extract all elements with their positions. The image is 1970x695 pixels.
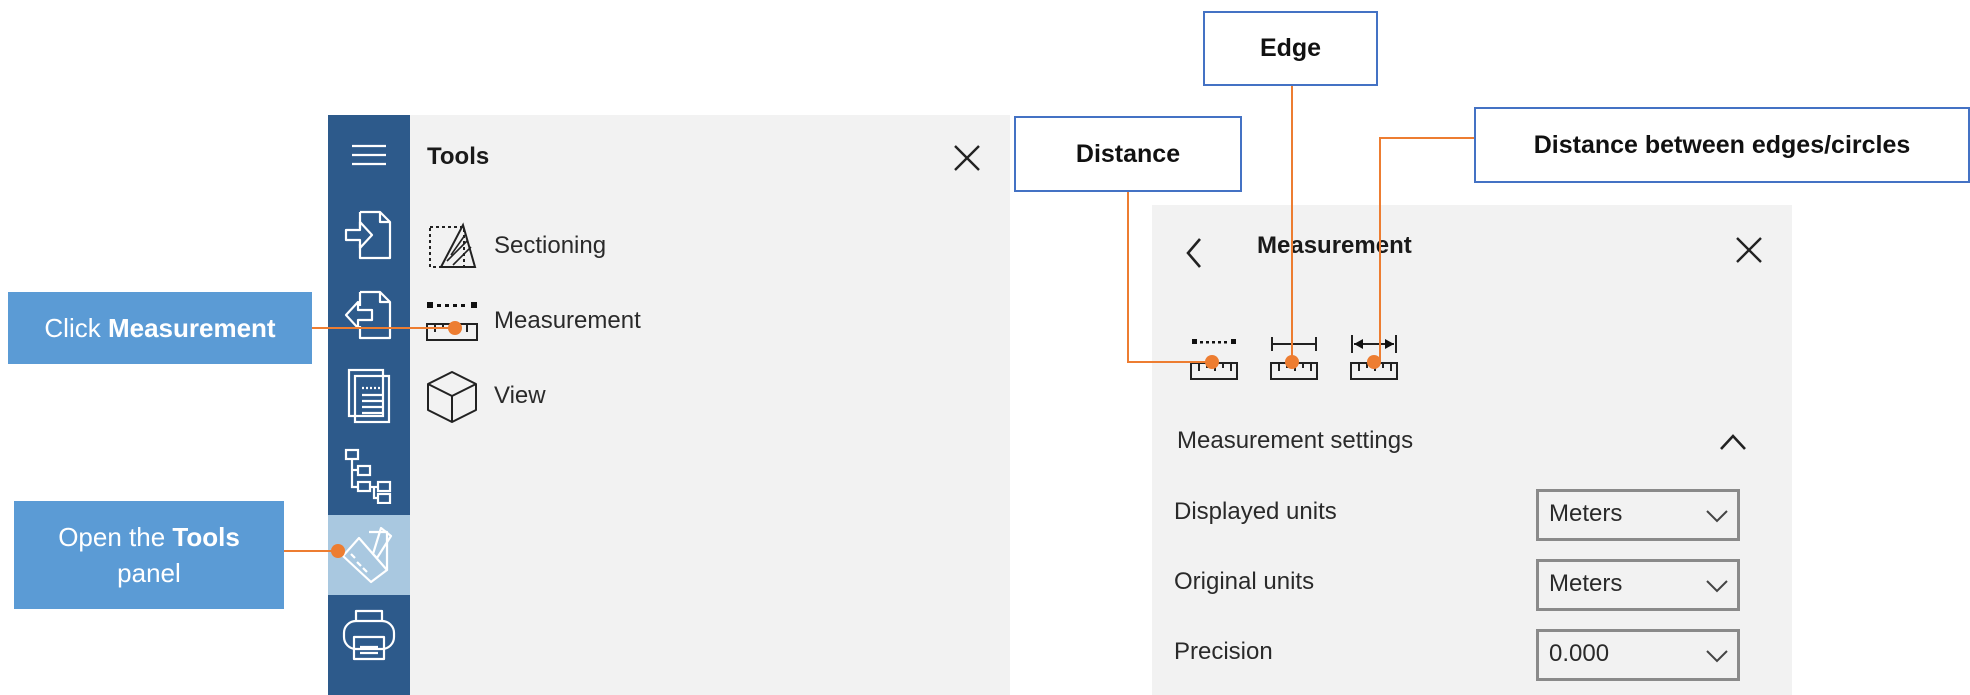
original-units-select[interactable]: Meters [1536,559,1740,611]
tools-icon [341,526,393,584]
callout-distance-between-edges: Distance between edges/circles [1474,107,1970,183]
edge-ruler-icon[interactable] [1268,333,1320,385]
document-pages-button[interactable] [328,355,410,435]
sectioning-icon [424,218,480,274]
printer-icon [342,609,396,661]
callout-open-tools: Open the Tools panel [14,501,284,609]
tools-button[interactable] [328,515,410,595]
displayed-units-label: Displayed units [1174,498,1337,525]
export-file-icon [344,290,392,340]
measurement-ruler-icon [424,293,480,349]
tools-panel-title: Tools [427,143,490,170]
distance-ruler-icon[interactable] [1188,333,1240,385]
close-icon[interactable] [1734,235,1764,265]
document-pages-icon [347,368,391,424]
import-file-button[interactable] [328,195,410,275]
tool-item-label: View [494,382,546,409]
collapse-chevron-icon[interactable] [1718,431,1748,453]
callout-bold-text: Measurement [107,312,276,343]
precision-label: Precision [1174,638,1273,665]
tool-item-label: Measurement [494,307,641,334]
tool-item-sectioning[interactable]: Sectioning [424,218,724,274]
tool-item-view[interactable]: View [424,368,724,424]
export-file-button[interactable] [328,275,410,355]
model-tree-icon [344,448,392,504]
tool-item-measurement[interactable]: Measurement [424,293,724,349]
precision-select[interactable]: 0.000 [1536,629,1740,681]
callout-text: panel [117,558,181,588]
original-units-label: Original units [1174,568,1315,595]
hamburger-menu-button[interactable] [328,115,410,195]
measurement-panel: Measurement Measurement settings Display… [1152,205,1792,695]
close-icon[interactable] [952,143,982,173]
back-chevron-icon[interactable] [1182,235,1208,271]
hamburger-menu-icon [352,144,386,166]
print-button[interactable] [328,595,410,675]
select-value: Meters [1549,570,1623,597]
callout-text: Open the [58,521,173,552]
select-value: Meters [1549,500,1623,527]
callout-click-measurement: Click Measurement [8,292,312,364]
callout-edge: Edge [1203,11,1378,86]
distance-between-edges-icon[interactable] [1348,333,1400,385]
callout-text: Click [44,312,108,343]
tool-item-label: Sectioning [494,232,607,259]
select-value: 0.000 [1549,640,1610,667]
callout-distance: Distance [1014,116,1242,192]
measurement-panel-title: Measurement [1257,232,1412,259]
model-tree-button[interactable] [328,435,410,515]
chevron-down-icon [1706,510,1728,523]
chevron-down-icon [1706,580,1728,593]
callout-bold-text: Tools [172,521,240,552]
tools-panel: Tools Sectioning Measurement View [410,115,1010,695]
measurement-settings-title: Measurement settings [1177,427,1414,454]
chevron-down-icon [1706,650,1728,663]
displayed-units-select[interactable]: Meters [1536,489,1740,541]
cube-view-icon [424,368,480,424]
app-sidebar [328,115,410,695]
import-file-icon [344,210,392,260]
